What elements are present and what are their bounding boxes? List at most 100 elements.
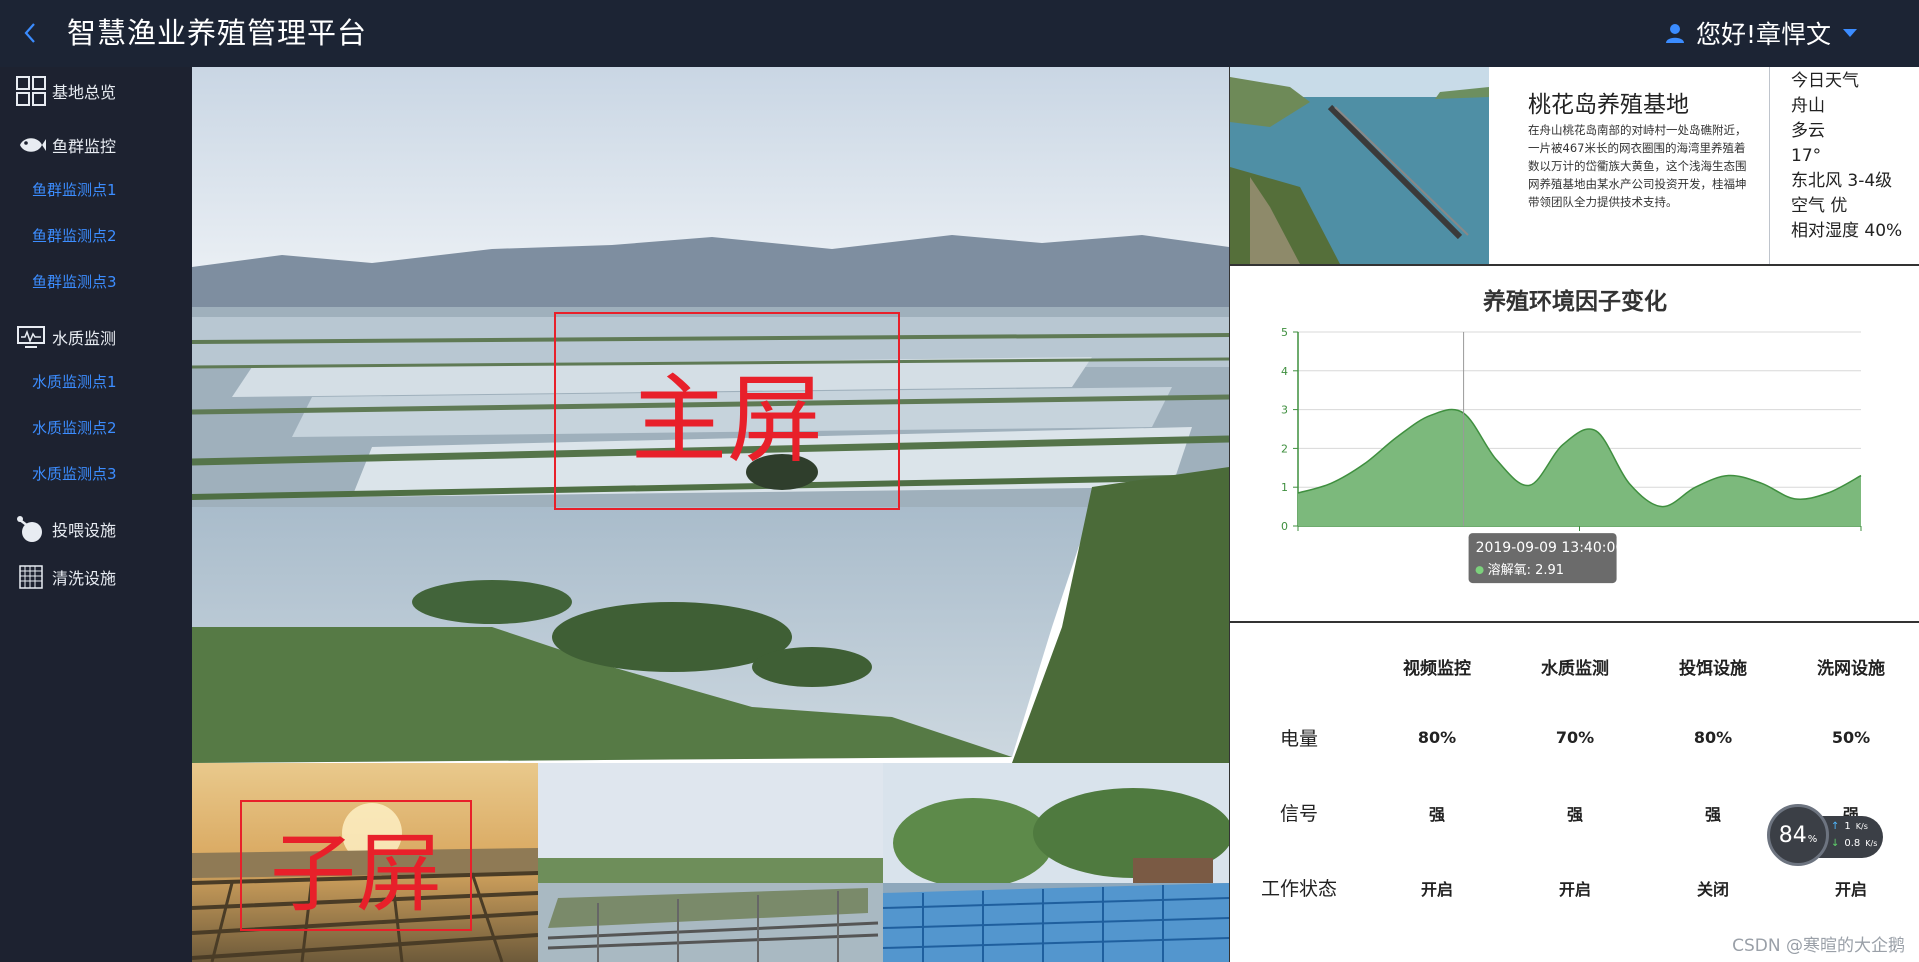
user-icon [1664, 22, 1686, 44]
feeder-icon [16, 514, 46, 544]
table-cell: 80% [1417, 728, 1457, 747]
back-button[interactable] [22, 20, 48, 46]
y-tick-label: 3 [1281, 404, 1288, 417]
user-greeting: 您好!章悍文 [1695, 20, 1831, 49]
table-cell: 强 [1704, 804, 1721, 824]
arrow-down-icon: ↓ [1831, 838, 1840, 849]
base-name: 桃花岛养殖基地 [1528, 92, 1689, 118]
main-video-screen[interactable]: 主屏 [192, 67, 1229, 763]
env-factor-chart: 养殖环境因子变化 0 1 2 3 4 5 2019-09-09 13:40:00 溶解氧: 2… [1229, 266, 1919, 623]
cpu-gauge: 84% [1767, 804, 1829, 866]
download-speed: ↓ 0.8 K/s [1831, 838, 1877, 849]
sidebar-item-label: 基地总览 [52, 83, 117, 102]
weather-city: 舟山 [1791, 96, 1825, 116]
column-header: 洗网设施 [1817, 659, 1885, 679]
divider [1769, 67, 1770, 264]
y-tick-label: 5 [1281, 326, 1288, 339]
sub-screen-2[interactable] [538, 763, 883, 962]
sidebar-subitem-water-1[interactable]: 水质监测点1 [0, 359, 192, 405]
grid-icon [16, 76, 46, 106]
table-cell: 80% [1693, 728, 1733, 747]
monitor-icon [16, 322, 46, 352]
sidebar-item-label: 清洗设施 [52, 569, 117, 588]
base-info-card: 桃花岛养殖基地 在舟山桃花岛南部的对峙村一处岛礁附近，一片被467米长的网衣圈围… [1229, 67, 1919, 266]
top-header: 智慧渔业养殖管理平台 您好!章悍文 [0, 0, 1919, 67]
weather-panel: 今日天气 舟山 多云 17° 东北风 3-4级 空气 优 相对湿度 40% [1791, 69, 1902, 244]
main-screen-label: 主屏 [554, 312, 900, 510]
sidebar-item-label: 投喂设施 [52, 521, 117, 540]
sidebar-item-cleaning[interactable]: 清洗设施 [0, 555, 192, 599]
sidebar-item-label: 水质监测 [52, 329, 117, 348]
download-value: 0.8 [1844, 838, 1861, 849]
weather-temp: 17° [1791, 146, 1822, 166]
row-label: 电量 [1279, 728, 1318, 750]
sidebar: 基地总览 鱼群监控 鱼群监测点1 鱼群监测点2 鱼群监测点3 水质监测 水质监测… [0, 67, 192, 962]
sidebar-item-overview[interactable]: 基地总览 [0, 69, 192, 113]
chart-plot[interactable]: 0 1 2 3 4 5 2019-09-09 13:40:00 溶解氧: 2.91 [1230, 266, 1919, 623]
chevron-left-icon [24, 23, 35, 43]
column-header: 视频监控 [1403, 659, 1471, 679]
base-description: 在舟山桃花岛南部的对峙村一处岛礁附近，一片被467米长的网衣圈围的海湾里养殖着数… [1528, 123, 1747, 209]
upload-speed: ↑ 1 K/s [1831, 821, 1868, 832]
table-cell: 强 [1566, 804, 1583, 824]
table-header-row: 视频监控 水质监测 投饵设施 洗网设施 [1230, 623, 1919, 700]
app-root: 智慧渔业养殖管理平台 您好!章悍文 基地总览 鱼群监控 鱼群监测点1 鱼群监测点… [0, 0, 1919, 962]
upload-value: 1 [1844, 821, 1851, 832]
weather-condition: 多云 [1791, 121, 1825, 141]
device-status-table: 视频监控 水质监测 投饵设施 洗网设施 电量 80% 70% 80% 50% 信… [1229, 623, 1919, 962]
tooltip-value: 溶解氧: 2.91 [1488, 563, 1564, 578]
cleaner-icon [16, 562, 46, 592]
table-cell: 强 [1428, 804, 1445, 824]
column-header: 投饵设施 [1679, 659, 1747, 679]
table-cell: 关闭 [1696, 879, 1729, 899]
weather-label: 今日天气 [1791, 71, 1859, 91]
upload-unit: K/s [1855, 822, 1868, 831]
user-menu[interactable]: 您好!章悍文 [1664, 16, 1857, 50]
weather-air: 空气 优 [1791, 196, 1848, 216]
sidebar-subitem-fish-2[interactable]: 鱼群监测点2 [0, 213, 192, 259]
base-photo [1230, 67, 1489, 264]
table-row: 电量 80% 70% 80% 50% [1230, 700, 1919, 775]
sub-screen-strip: 子屏 [192, 763, 1229, 962]
device-table: 视频监控 水质监测 投饵设施 洗网设施 电量 80% 70% 80% 50% 信… [1230, 623, 1919, 925]
app-title: 智慧渔业养殖管理平台 [67, 16, 368, 50]
cpu-value: 84 [1778, 822, 1807, 848]
sidebar-subitem-water-3[interactable]: 水质监测点3 [0, 451, 192, 497]
fish-icon [16, 130, 46, 160]
series-area-doxygen [1298, 409, 1861, 526]
sub-screen-1[interactable]: 子屏 [192, 763, 538, 962]
y-tick-label: 2 [1281, 442, 1288, 455]
sidebar-item-label: 鱼群监控 [52, 137, 117, 156]
weather-wind: 东北风 3-4级 [1791, 171, 1893, 191]
watermark: CSDN @寒暄的大企鹅 [1732, 936, 1905, 956]
island-pier-image [1230, 67, 1489, 264]
network-speed-widget[interactable]: 84% ↑ 1 K/s ↓ 0.8 K/s [1767, 804, 1885, 866]
y-tick-label: 1 [1281, 481, 1288, 494]
sidebar-item-feeding[interactable]: 投喂设施 [0, 507, 192, 551]
sidebar-item-water-monitor[interactable]: 水质监测 [0, 315, 192, 359]
sidebar-subitem-fish-1[interactable]: 鱼群监测点1 [0, 167, 192, 213]
row-label: 工作状态 [1260, 878, 1337, 900]
tooltip-time: 2019-09-09 13:40:00 [1476, 540, 1625, 556]
tooltip-legend-dot [1475, 566, 1484, 575]
arrow-up-icon: ↑ [1831, 821, 1840, 832]
sidebar-subitem-water-2[interactable]: 水质监测点2 [0, 405, 192, 451]
sidebar-subitem-fish-3[interactable]: 鱼群监测点3 [0, 259, 192, 305]
sub-screen-label: 子屏 [240, 800, 472, 931]
cpu-unit: % [1807, 833, 1818, 845]
y-tick-label: 4 [1281, 365, 1288, 378]
row-label: 信号 [1279, 803, 1318, 825]
sidebar-item-fish-monitor[interactable]: 鱼群监控 [0, 123, 192, 167]
table-cell: 开启 [1420, 879, 1453, 899]
table-cell: 开启 [1558, 879, 1591, 899]
table-cell: 70% [1555, 728, 1595, 747]
y-tick-label: 0 [1281, 520, 1288, 533]
table-cell: 50% [1831, 728, 1871, 747]
download-unit: K/s [1865, 839, 1878, 848]
weather-humidity: 相对湿度 40% [1791, 221, 1903, 241]
column-header: 水质监测 [1541, 659, 1609, 679]
table-corner [1230, 623, 1368, 700]
sub-screen-3[interactable] [883, 763, 1229, 962]
net-cage-pond-image [538, 763, 883, 962]
blue-net-pond-image [883, 763, 1229, 962]
